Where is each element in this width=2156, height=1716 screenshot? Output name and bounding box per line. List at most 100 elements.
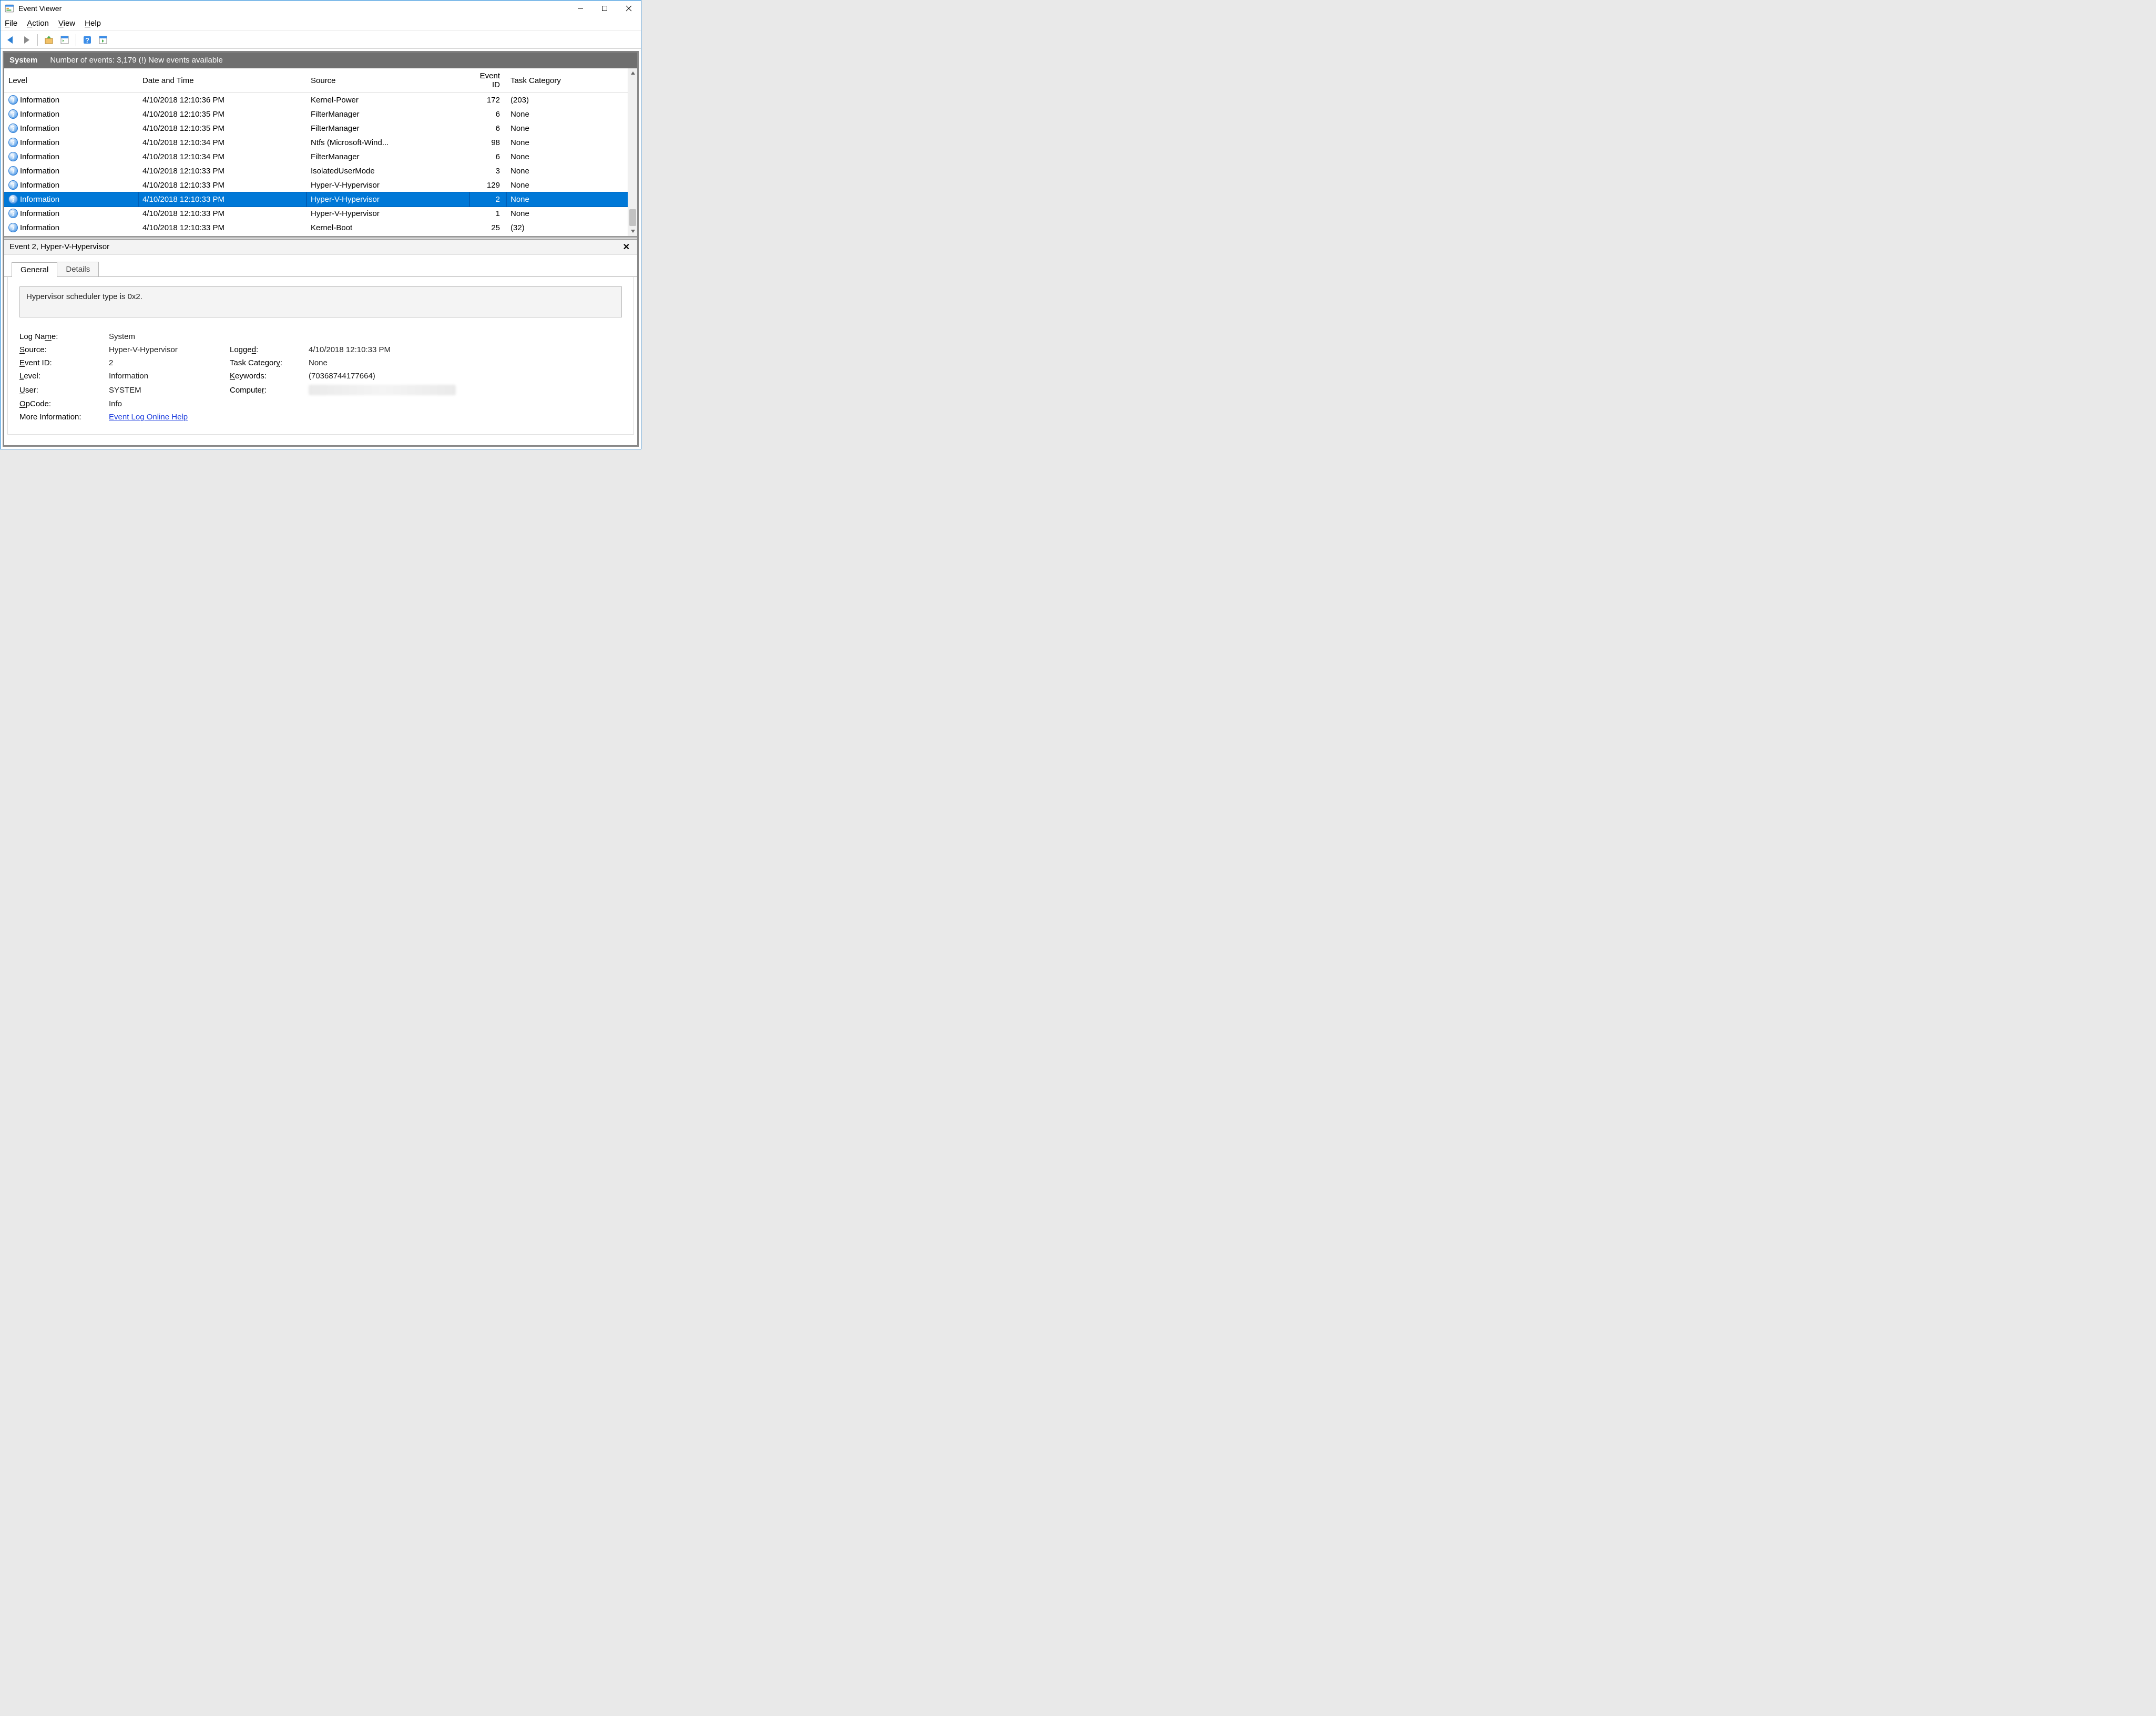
properties-button[interactable] [58,33,71,47]
info-icon: i [8,166,18,176]
scroll-thumb[interactable] [629,209,636,226]
cell-taskcat: (32) [506,221,628,235]
tab-details[interactable]: Details [57,262,99,276]
label-taskcat: Task Category: [230,358,303,367]
cell-eventid: 172 [469,93,506,107]
col-level[interactable]: Level [4,68,138,93]
refresh-button[interactable] [96,33,110,47]
info-icon: i [8,109,18,119]
cell-taskcat: None [506,121,628,136]
cell-eventid: 1 [469,207,506,221]
cell-taskcat: (203) [506,93,628,107]
cell-eventid: 2 [469,192,506,207]
cell-source: FilterManager [306,150,469,164]
cell-level: Information [20,96,59,105]
detail-tabs: General Details [4,254,637,277]
table-row[interactable]: iInformation4/10/2018 12:10:35 PMFilterM… [4,107,628,121]
menu-help[interactable]: Help [85,19,101,28]
cell-source: Kernel-Power [306,93,469,107]
back-button[interactable] [4,33,17,47]
scroll-up-icon[interactable] [628,68,637,78]
info-icon: i [8,95,18,105]
value-computer [309,385,466,395]
table-row[interactable]: iInformation4/10/2018 12:10:33 PMHyper-V… [4,207,628,221]
cell-taskcat: None [506,178,628,192]
minimize-button[interactable] [568,1,592,16]
scroll-down-icon[interactable] [628,227,637,236]
cell-level: Information [20,152,59,161]
label-logname: Log Name: [19,332,104,341]
col-eventid[interactable]: Event ID [469,68,506,93]
cell-datetime: 4/10/2018 12:10:33 PM [138,178,306,192]
svg-text:?: ? [85,36,89,44]
cell-source: FilterManager [306,121,469,136]
table-row[interactable]: iInformation 4/10/2018 12:10:33 PMHyper-V… [4,192,628,207]
table-row[interactable]: iInformation4/10/2018 12:10:33 PMHyper-V… [4,178,628,192]
value-user: SYSTEM [109,386,224,395]
label-level: Level: [19,372,104,381]
close-button[interactable] [617,1,641,16]
cell-datetime: 4/10/2018 12:10:33 PM [138,207,306,221]
cell-datetime: 4/10/2018 12:10:36 PM [138,93,306,107]
event-grid[interactable]: Level Date and Time Source Event ID Task… [4,68,628,236]
cell-level: Information [20,138,59,147]
table-row[interactable]: iInformation 4/10/2018 12:10:35 PMFilterM… [4,121,628,136]
value-source: Hyper-V-Hypervisor [109,345,224,354]
help-button[interactable]: ? [80,33,94,47]
up-folder-button[interactable] [42,33,56,47]
col-datetime[interactable]: Date and Time [138,68,306,93]
menu-action[interactable]: Action [27,19,49,28]
redacted-icon [309,385,456,395]
cell-level: Information [20,195,59,204]
tab-general[interactable]: General [12,262,57,277]
cell-taskcat: None [506,192,628,207]
cell-eventid: 129 [469,178,506,192]
cell-taskcat: None [506,150,628,164]
link-event-log-help[interactable]: Event Log Online Help [109,413,466,422]
info-icon: i [8,194,18,204]
properties-grid: Log Name: System Source: Hyper-V-Hypervi… [19,332,622,422]
cell-level: Information [20,110,59,119]
cell-datetime: 4/10/2018 12:10:33 PM [138,192,306,207]
cell-eventid: 25 [469,221,506,235]
menu-view[interactable]: View [58,19,75,28]
cell-eventid: 6 [469,121,506,136]
cell-source: Hyper-V-Hypervisor [306,192,469,207]
maximize-button[interactable] [592,1,617,16]
cell-taskcat: None [506,136,628,150]
table-row[interactable]: iInformation4/10/2018 12:10:34 PMNtfs (M… [4,136,628,150]
col-taskcat[interactable]: Task Category [506,68,628,93]
titlebar: Event Viewer [1,1,641,16]
separator [37,34,38,46]
menubar: File Action View Help [1,16,641,31]
content-frame: System Number of events: 3,179 (!) New e… [3,51,639,447]
forward-button[interactable] [19,33,33,47]
info-icon: i [8,124,18,133]
menu-file[interactable]: File [5,19,17,28]
value-eventid: 2 [109,358,224,367]
detail-close-button[interactable]: ✕ [621,242,632,252]
cell-source: Kernel-Boot [306,221,469,235]
log-name: System [9,56,37,65]
toolbar: ? [1,31,641,49]
cell-source: FilterManager [306,107,469,121]
window: Event Viewer File Action View Help [0,0,641,449]
table-row[interactable]: iInformation4/10/2018 12:10:33 PMKernel-… [4,221,628,235]
grid-header-row[interactable]: Level Date and Time Source Event ID Task… [4,68,628,93]
cell-level: Information [20,209,59,218]
label-source: Source: [19,345,104,354]
table-row[interactable]: iInformation4/10/2018 12:10:34 PMFilterM… [4,150,628,164]
scroll-track[interactable] [628,78,637,227]
table-row[interactable]: iInformation4/10/2018 12:10:33 PMIsolate… [4,164,628,178]
detail-header: Event 2, Hyper-V-Hypervisor ✕ [4,240,637,254]
col-source[interactable]: Source [306,68,469,93]
vertical-scrollbar[interactable] [628,68,637,236]
app-icon [5,4,14,13]
cell-level: Information [20,124,59,133]
cell-eventid: 98 [469,136,506,150]
label-opcode: OpCode: [19,399,104,408]
cell-datetime: 4/10/2018 12:10:35 PM [138,121,306,136]
cell-datetime: 4/10/2018 12:10:34 PM [138,136,306,150]
table-row[interactable]: iInformation 4/10/2018 12:10:36 PMKernel-… [4,93,628,107]
event-message: Hypervisor scheduler type is 0x2. [19,286,622,317]
